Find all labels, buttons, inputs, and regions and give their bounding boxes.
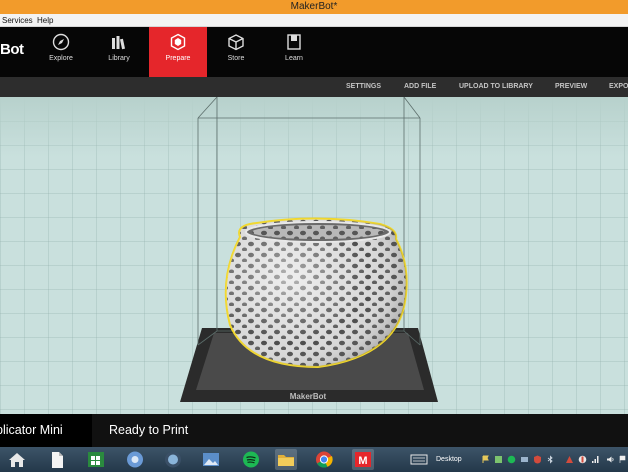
nav-prepare[interactable]: Prepare: [149, 27, 207, 77]
add-file-button[interactable]: ADD FILE: [404, 77, 436, 97]
tray-app-icon[interactable]: [494, 455, 503, 464]
window-titlebar: MakerBot*: [0, 0, 628, 14]
tray-flag-notify-icon[interactable]: [618, 455, 627, 464]
printer-selector[interactable]: plicator Mini: [0, 414, 92, 447]
print-status: Ready to Print: [109, 423, 189, 437]
nav-store-label: Store: [227, 55, 245, 62]
nav-library[interactable]: Library: [90, 27, 148, 77]
tray-network-icon[interactable]: [591, 455, 600, 464]
makerbot-app-icon[interactable]: M: [352, 449, 374, 470]
spotify-icon[interactable]: [240, 449, 262, 470]
tray-volume-icon[interactable]: [606, 455, 615, 464]
library-icon: [112, 36, 126, 50]
nav-store[interactable]: Store: [207, 27, 265, 77]
nav-library-label: Library: [108, 55, 130, 62]
bowl-model[interactable]: [224, 217, 408, 369]
tray-spotify-icon[interactable]: [507, 455, 516, 464]
menu-bar: Services Help: [0, 14, 628, 27]
app-icon[interactable]: [162, 449, 184, 470]
home-icon[interactable]: [6, 449, 28, 470]
settings-button[interactable]: SETTINGS: [346, 77, 381, 97]
store-app-icon[interactable]: [85, 449, 107, 470]
nav-prepare-label: Prepare: [165, 55, 191, 62]
chrome-browser-icon[interactable]: [313, 449, 335, 470]
export-button[interactable]: EXPO: [609, 77, 628, 97]
upload-to-library-button[interactable]: UPLOAD TO LIBRARY: [459, 77, 533, 97]
printer-name: plicator Mini: [0, 423, 63, 437]
prepare-cube-icon: [170, 33, 186, 51]
chrome-icon[interactable]: [124, 449, 146, 470]
makerbot-logo: Bot: [0, 41, 24, 58]
store-box-icon: [228, 34, 244, 51]
file-explorer-icon[interactable]: [275, 449, 297, 470]
nav-explore-label: Explore: [49, 55, 73, 62]
desktop-toolbar-label[interactable]: Desktop: [436, 447, 462, 472]
menu-help[interactable]: Help: [37, 14, 53, 27]
window-title: MakerBot*: [290, 1, 338, 12]
main-nav: Bot Explore Library Prepare Store Learn: [0, 27, 628, 77]
3d-viewport[interactable]: MakerBot: [0, 97, 628, 414]
tray-status-icon[interactable]: [520, 455, 529, 464]
status-bar: plicator Mini Ready to Print: [0, 414, 628, 447]
nav-learn-label: Learn: [285, 55, 303, 62]
tray-flag-icon[interactable]: [481, 455, 490, 464]
menu-services[interactable]: Services: [2, 14, 33, 27]
tray-bluetooth-icon[interactable]: [546, 455, 555, 464]
tray-alert-icon[interactable]: [565, 455, 574, 464]
nav-explore[interactable]: Explore: [32, 27, 90, 77]
compass-icon: [52, 33, 70, 51]
document-icon[interactable]: [46, 449, 68, 470]
plate-label: MakerBot: [290, 392, 327, 401]
tray-security-icon[interactable]: [533, 455, 542, 464]
prepare-toolbar: SETTINGS ADD FILE UPLOAD TO LIBRARY PREV…: [0, 77, 628, 97]
nav-learn[interactable]: Learn: [265, 27, 323, 77]
svg-text:M: M: [358, 455, 367, 467]
keyboard-icon[interactable]: [408, 449, 430, 470]
os-taskbar: M Desktop: [0, 447, 628, 472]
scene-canvas: MakerBot: [180, 97, 438, 402]
preview-button[interactable]: PREVIEW: [555, 77, 587, 97]
learn-book-icon: [287, 34, 301, 50]
tray-antivirus-icon[interactable]: [578, 455, 587, 464]
image-viewer-icon[interactable]: [200, 449, 222, 470]
